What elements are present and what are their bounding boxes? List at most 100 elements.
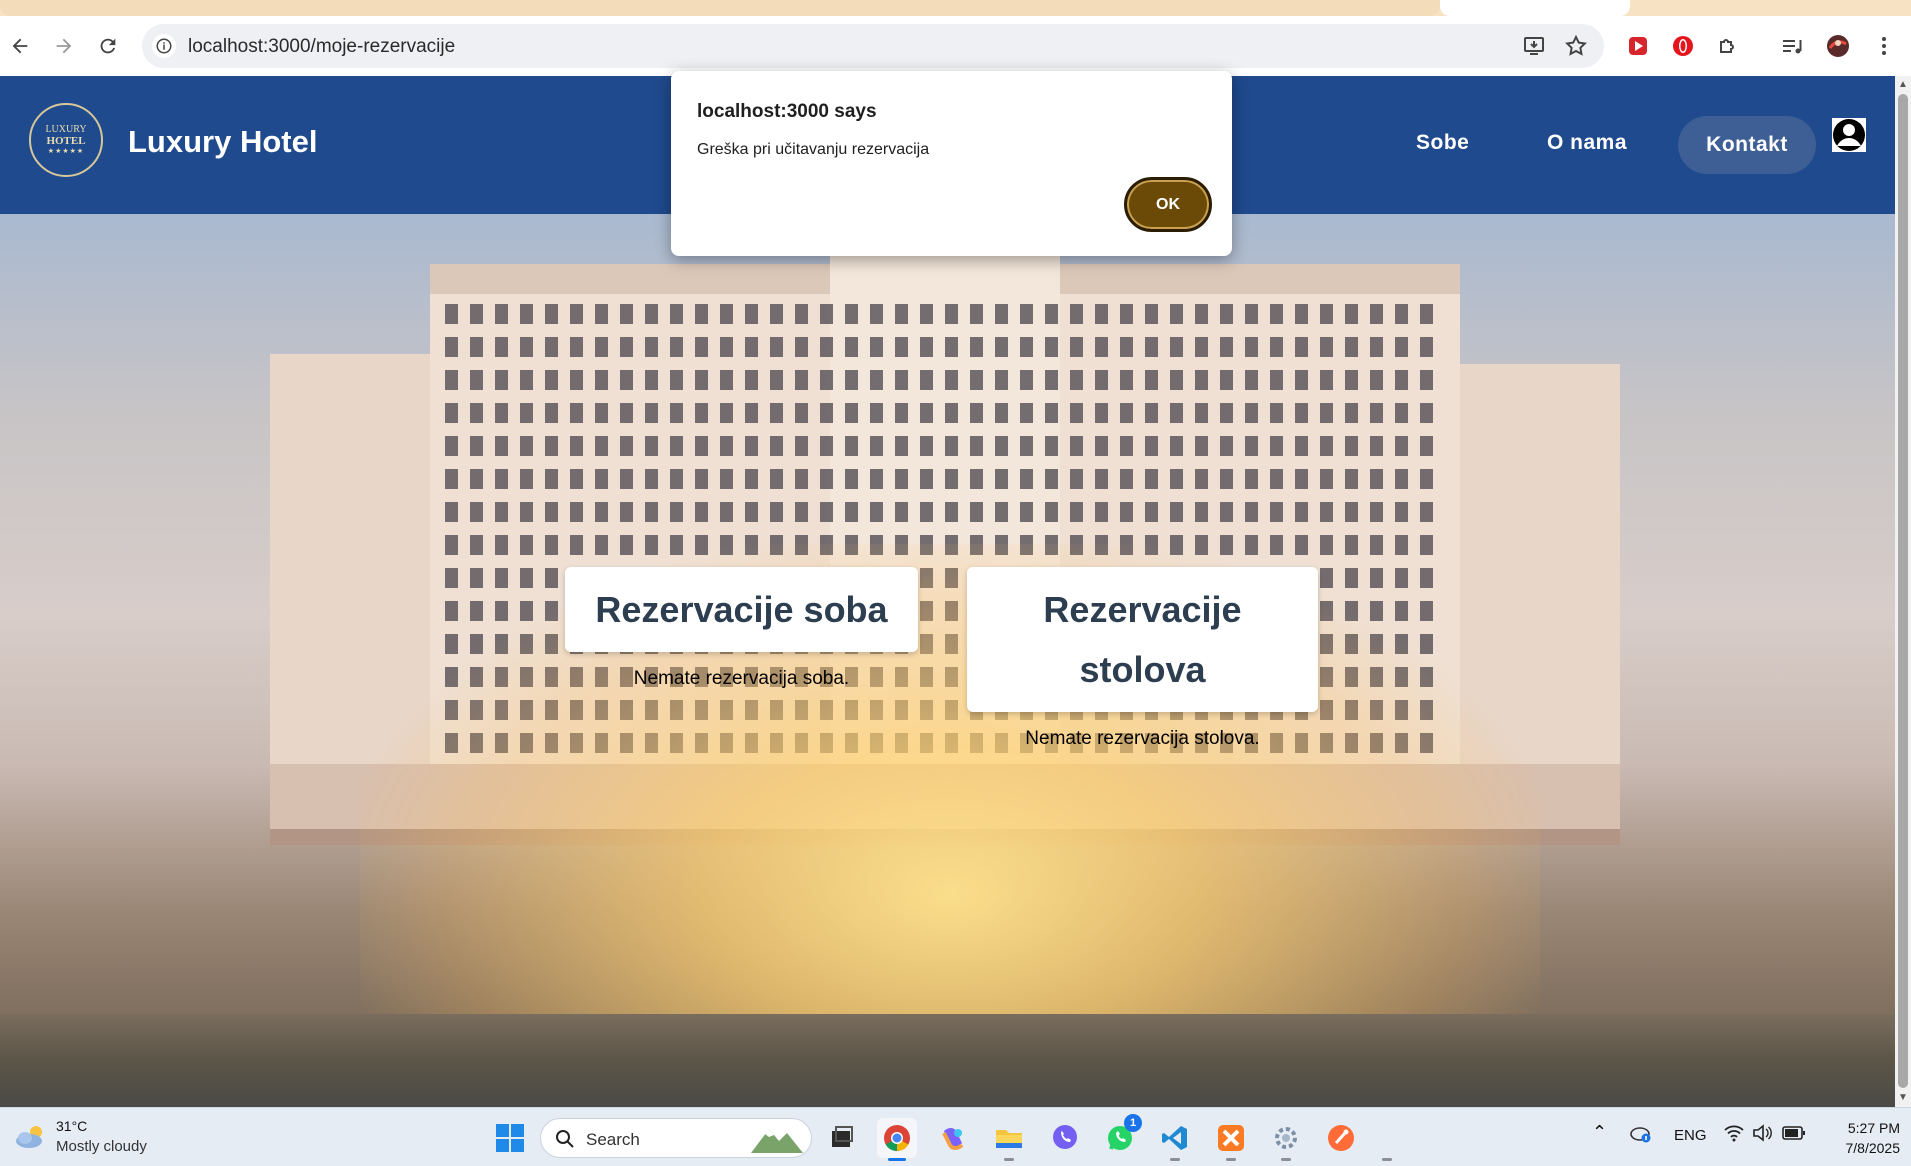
forward-button[interactable] [46,28,82,64]
taskbar-clock[interactable]: 5:27 PM 7/8/2025 [1820,1118,1901,1158]
building-window [720,403,733,423]
taskbar-xampp[interactable] [1211,1118,1251,1161]
site-brand-title[interactable]: Luxury Hotel [128,124,317,160]
building-window [745,403,758,423]
show-hidden-icons-chevron-up-icon[interactable]: ⌃ [1592,1122,1607,1143]
postman-icon [1328,1125,1354,1151]
building-window [695,370,708,390]
building-window [1045,502,1058,522]
building-window [1145,403,1158,423]
taskbar-copilot[interactable] [933,1118,973,1158]
building-window [520,304,533,324]
building-window [520,403,533,423]
building-window [1395,337,1408,357]
building-window [1045,337,1058,357]
taskbar-vscode[interactable] [1155,1118,1195,1161]
building-window [545,469,558,489]
building-window [1070,502,1083,522]
building-window [570,337,583,357]
building-window [1120,337,1133,357]
building-window [520,436,533,456]
taskbar-file-explorer[interactable] [989,1118,1029,1161]
taskbar-postman[interactable] [1321,1118,1361,1158]
active-tab[interactable] [1440,0,1630,16]
reload-button[interactable] [90,28,126,64]
building-window [1120,436,1133,456]
building-window [570,502,583,522]
nav-link-o-nama[interactable]: O nama [1547,131,1627,155]
building-window [545,436,558,456]
hotel-background-image [0,214,1895,1107]
building-window [1270,337,1283,357]
building-window [1295,502,1308,522]
media-queue-icon[interactable] [1778,32,1806,60]
wifi-icon[interactable] [1724,1124,1744,1146]
scrollbar-thumb[interactable] [1898,94,1908,1088]
scroll-up-icon[interactable]: ▲ [1898,80,1908,90]
extensions-puzzle-icon[interactable] [1714,32,1742,60]
building-window [1345,469,1358,489]
building-window [1420,337,1433,357]
gear-network-icon [1275,1127,1297,1149]
taskbar-settings-tool[interactable] [1266,1118,1306,1161]
browser-menu-icon[interactable] [1870,32,1898,60]
hotel-logo[interactable]: LUXURY HOTEL ★★★★★ [29,103,103,177]
building-window [620,469,633,489]
taskbar-search[interactable]: Search [540,1118,812,1158]
building-window [1170,469,1183,489]
building-window [645,337,658,357]
extension-red-play-icon[interactable] [1624,32,1652,60]
viber-icon [1053,1125,1077,1149]
building-window [845,436,858,456]
page-scrollbar[interactable]: ▲ ▼ [1895,76,1911,1107]
taskbar-viber[interactable] [1045,1118,1085,1158]
building-window [1295,403,1308,423]
building-window [1370,403,1383,423]
taskbar-whatsapp[interactable]: 1 [1100,1114,1142,1158]
scroll-down-icon[interactable]: ▼ [1898,1093,1908,1103]
install-app-icon[interactable] [1520,32,1548,60]
profile-avatar[interactable] [1824,32,1852,60]
building-window [720,304,733,324]
address-bar[interactable]: localhost:3000/moje-rezervacije [142,24,1604,68]
language-indicator[interactable]: ENG [1674,1127,1707,1144]
site-info-icon[interactable] [152,34,176,58]
bookmark-star-icon[interactable] [1562,32,1590,60]
extension-opera-icon[interactable] [1669,32,1697,60]
browser-toolbar: localhost:3000/moje-rezervacije [0,16,1911,76]
building-window [970,403,983,423]
building-window [795,403,808,423]
back-button[interactable] [2,28,38,64]
volume-icon[interactable] [1752,1124,1772,1146]
new-tab-area[interactable] [1632,0,1911,16]
alert-ok-button[interactable]: OK [1124,177,1212,232]
taskbar-hidden-app[interactable] [1377,1118,1397,1161]
taskbar-chrome[interactable] [877,1118,917,1161]
building-window [920,370,933,390]
building-window [1070,469,1083,489]
building-window [595,304,608,324]
start-button[interactable] [490,1118,530,1158]
building-window [770,304,783,324]
building-window [795,304,808,324]
battery-icon[interactable] [1782,1125,1806,1145]
building-window [1145,337,1158,357]
building-window [1195,436,1208,456]
building-window [1095,436,1108,456]
taskbar-task-view[interactable] [822,1118,862,1158]
building-window [1395,370,1408,390]
building-window [945,469,958,489]
nav-link-kontakt[interactable]: Kontakt [1678,116,1816,174]
user-account-icon[interactable] [1832,118,1866,152]
building-window [1245,304,1258,324]
inactive-tabs[interactable] [0,0,1440,16]
building-window [1095,370,1108,390]
building-window [920,502,933,522]
building-window [1245,436,1258,456]
nav-link-sobe[interactable]: Sobe [1416,131,1469,155]
building-window [495,469,508,489]
onedrive-sync-icon[interactable] [1630,1124,1652,1148]
url-text[interactable]: localhost:3000/moje-rezervacije [188,36,455,58]
weather-widget[interactable]: 31°C Mostly cloudy [14,1118,194,1158]
building-window [1420,304,1433,324]
